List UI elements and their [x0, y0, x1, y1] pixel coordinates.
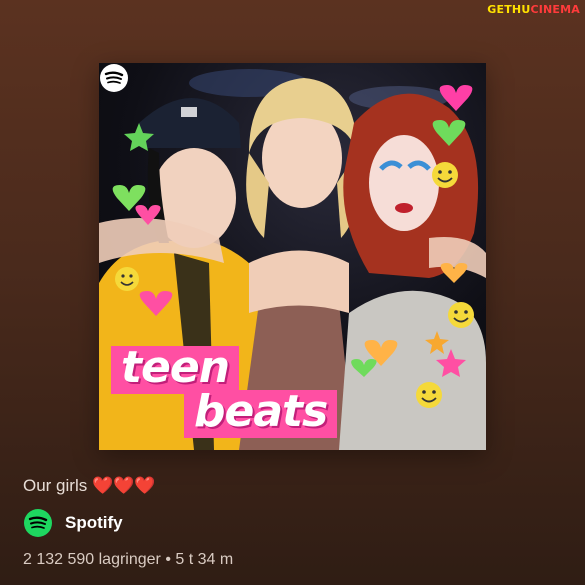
cover-artwork: [99, 69, 486, 450]
spotify-logo-icon: [100, 64, 128, 92]
smiley-sticker: [115, 267, 139, 291]
left-person-cap: [139, 98, 241, 148]
playlist-owner[interactable]: Spotify: [23, 508, 123, 538]
watermark-part2: CINEMA: [530, 3, 580, 16]
playlist-description: Our girls ❤️❤️❤️: [23, 476, 156, 495]
right-person-face: [369, 135, 439, 231]
spotify-logo-icon: [24, 509, 52, 537]
watermark-part1: GETHU: [487, 3, 531, 16]
playlist-stats: 2 132 590 lagringer • 5 t 34 m: [23, 551, 234, 568]
smiley-sticker: [448, 302, 474, 328]
owner-name[interactable]: Spotify: [65, 513, 123, 533]
watermark: GETHUCINEMA: [484, 2, 583, 17]
smiley-sticker: [416, 382, 442, 408]
smiley-sticker: [432, 162, 458, 188]
playlist-cover-art[interactable]: teen beats: [99, 63, 486, 450]
